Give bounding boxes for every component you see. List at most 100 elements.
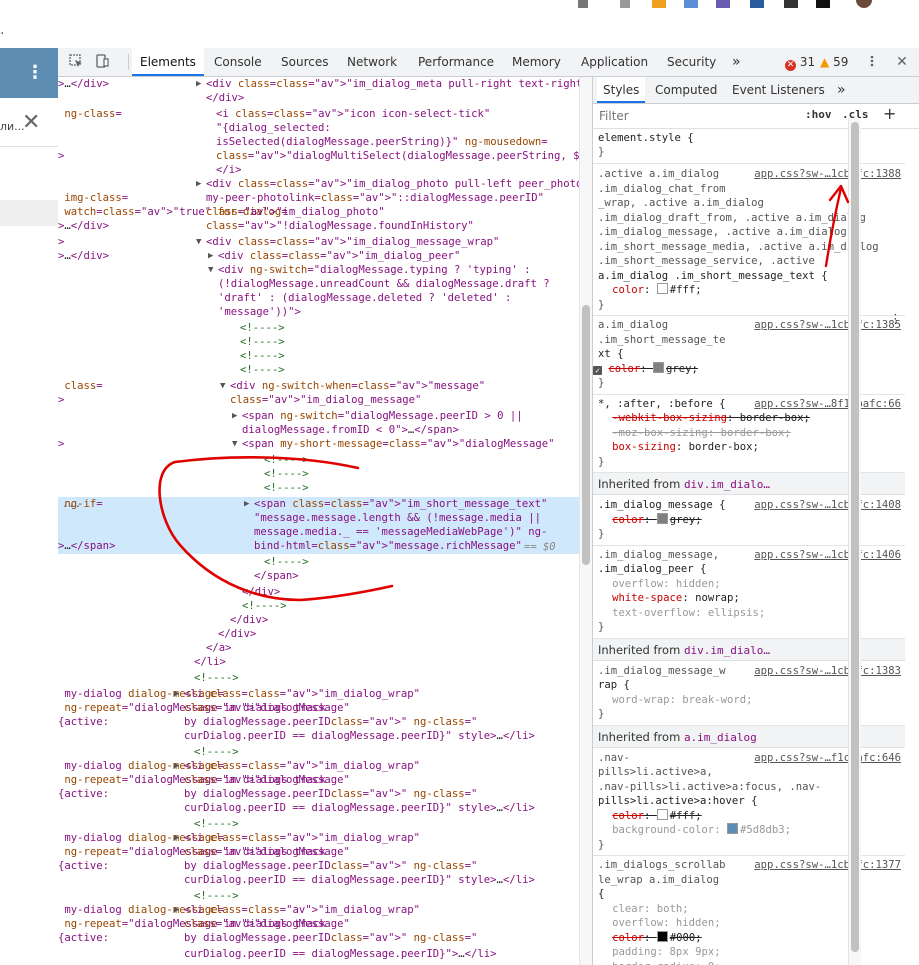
expanded-triangle-icon[interactable]: ▼ (196, 235, 201, 250)
dom-node-line[interactable]: (!dialogMessage.unreadCount && dialogMes… (58, 277, 592, 292)
dom-node-line[interactable]: </div> (58, 613, 592, 628)
property-name[interactable]: -moz-box-sizing (612, 427, 708, 439)
tab-memory[interactable]: Memory (504, 48, 569, 76)
dom-node-line[interactable]: curDialog.peerID == dialogMessage.peerID… (58, 873, 592, 888)
color-swatch[interactable] (653, 361, 665, 373)
dom-node-line[interactable]: <!----> (58, 599, 592, 614)
dom-node-line[interactable]: ▼ <span my-short-message=class="av">"dial… (58, 437, 592, 452)
dom-node-line[interactable]: by dialogMessage.peerIDclass="av">" ng-c… (58, 787, 592, 802)
extension-icon-4[interactable] (716, 0, 730, 8)
extension-icon-2[interactable] (652, 0, 666, 8)
property-name[interactable]: color (612, 514, 644, 526)
property-name[interactable]: word-wrap (612, 694, 669, 706)
dom-node-line[interactable]: <!----> (58, 745, 592, 760)
dom-node-line[interactable]: 'draft' : (dialogMessage.deleted ? 'dele… (58, 291, 592, 306)
rule-source-link[interactable]: app.css?sw-…1cbafc:1388 (754, 167, 901, 182)
inherited-element-link[interactable]: a.im_dialog (684, 731, 757, 744)
tab-event-listeners[interactable]: Event Listeners (726, 77, 831, 103)
dom-node-line[interactable]: curDialog.peerID == dialogMessage.peerID… (58, 947, 592, 962)
styles-filter-input[interactable] (597, 107, 791, 125)
selected-node-ellipsis[interactable]: ... (62, 497, 82, 512)
dom-node-line[interactable]: class="av">"dialogMessage" ng-repeat="di… (58, 701, 592, 716)
dom-node-line[interactable]: class="av">"dialogMultiSelect(dialogMess… (58, 149, 592, 164)
dom-node-line[interactable]: </div> (58, 627, 592, 642)
dom-node-line[interactable]: <!----> (58, 321, 592, 336)
tab-console[interactable]: Console (206, 48, 270, 76)
dom-node-line[interactable]: <!----> (58, 363, 592, 378)
collapsed-triangle-icon[interactable]: ▶ (196, 77, 201, 92)
dom-node-line[interactable]: </i> (58, 163, 592, 178)
hov-toggle[interactable]: :hov (805, 108, 832, 121)
dom-node-line[interactable]: ▶ <div class=class="av">"im_dialog_photo … (58, 177, 592, 192)
elements-scroll-thumb[interactable] (582, 305, 590, 565)
inherited-element-link[interactable]: div.im_dialo… (684, 478, 770, 491)
color-swatch[interactable] (656, 808, 668, 820)
close-devtools-icon[interactable]: ✕ (894, 54, 910, 70)
dom-node-line[interactable]: dialogMessage.fromID < 0">…</span> (58, 423, 592, 438)
device-toolbar-icon[interactable] (94, 54, 110, 70)
property-name[interactable]: text-overflow (612, 607, 695, 619)
dom-node-line[interactable]: class="av">"dialogMessage" ng-repeat="di… (58, 845, 592, 860)
collapsed-triangle-icon[interactable]: ▶ (196, 177, 201, 192)
dom-node-line[interactable]: ▼ <div ng-switch="dialogMessage.typing ? … (58, 263, 592, 278)
dom-node-line[interactable]: ▶ <li class=class="av">"im_dialog_wrap" m… (58, 759, 592, 774)
property-name[interactable]: color (608, 363, 640, 375)
color-swatch[interactable] (656, 930, 668, 942)
collapsed-triangle-icon[interactable]: ▶ (244, 497, 249, 512)
tab-security[interactable]: Security (659, 48, 724, 76)
selected-node-line[interactable]: "message.message.length && (!message.med… (58, 511, 592, 526)
dom-node-line[interactable]: <!----> (58, 453, 592, 468)
rule-source-link[interactable]: app.css?sw-…1cbafc:1406 (754, 548, 901, 563)
rule-source-link[interactable]: app.css?sw-…1cbafc:1385 (754, 318, 901, 333)
dom-node-line[interactable]: class="av">"dialogMessage" ng-repeat="di… (58, 917, 592, 932)
page-row[interactable] (0, 200, 58, 226)
error-counter[interactable]: ✕ 31 (785, 55, 815, 71)
color-swatch[interactable] (656, 512, 668, 524)
property-name[interactable]: color (612, 284, 644, 296)
property-name[interactable]: -webkit-box-sizing (612, 412, 727, 424)
dom-node-line[interactable]: </span> (58, 569, 592, 584)
dom-node-line[interactable]: ▶ <li class=class="av">"im_dialog_wrap" m… (58, 687, 592, 702)
dom-node-line[interactable]: class="av">"im_dialog_message" > (58, 393, 592, 408)
property-name[interactable]: overflow (612, 917, 663, 929)
property-checkbox-icon[interactable]: ✓ (593, 365, 602, 375)
extension-icon-3[interactable] (684, 0, 698, 8)
collapsed-triangle-icon[interactable]: ▶ (174, 759, 179, 774)
dom-node-line[interactable]: ▶ <span ng-switch="dialogMessage.peerID >… (58, 409, 592, 424)
dom-node-line[interactable]: "{dialog_selected: (58, 121, 592, 136)
property-name[interactable]: overflow (612, 578, 663, 590)
settings-gear-icon[interactable] (864, 54, 880, 70)
property-name[interactable]: padding (612, 946, 657, 958)
dom-node-line[interactable]: by dialogMessage.peerIDclass="av">" ng-c… (58, 715, 592, 730)
expanded-triangle-icon[interactable]: ▼ (232, 437, 237, 452)
dom-node-line[interactable]: curDialog.peerID == dialogMessage.peerID… (58, 729, 592, 744)
dom-node-line[interactable]: <!----> (58, 889, 592, 904)
property-name[interactable]: border-radius (612, 961, 695, 965)
tab-elements[interactable]: Elements (132, 48, 204, 76)
elements-scrollbar[interactable] (579, 77, 592, 965)
dom-node-line[interactable]: isSelected(dialogMessage.peerString)}" n… (58, 135, 592, 150)
dom-node-line[interactable]: class="av">"im_dialog_photo" watch=class… (58, 205, 592, 220)
dom-node-line[interactable]: ▶ <li class=class="av">"im_dialog_wrap" m… (58, 831, 592, 846)
rule-source-link[interactable]: app.css?sw-…8f1cbafc:66 (754, 397, 901, 412)
dom-node-line[interactable]: <!----> (58, 817, 592, 832)
rule-source-link[interactable]: app.css?sw-…1cbafc:1377 (754, 858, 901, 873)
dom-node-line[interactable]: </a> (58, 641, 592, 656)
tab-computed[interactable]: Computed (649, 77, 723, 103)
extension-icon-7[interactable] (816, 0, 830, 8)
warning-counter[interactable]: ▲ 59 (820, 55, 848, 69)
dom-node-line[interactable]: <!----> (58, 349, 592, 364)
rule-source-link[interactable]: app.css?sw-…1cbafc:1383 (754, 664, 901, 679)
collapsed-triangle-icon[interactable]: ▶ (174, 687, 179, 702)
dom-node-line[interactable]: my-peer-photolink=class="av">"::dialogMe… (58, 191, 592, 206)
property-name[interactable]: color (612, 810, 644, 822)
inherited-element-link[interactable]: div.im_dialo… (684, 644, 770, 657)
dom-node-line[interactable]: <!----> (58, 335, 592, 350)
collapsed-triangle-icon[interactable]: ▶ (208, 249, 213, 264)
selected-node-line[interactable]: ▶ <span class=class="av">"im_short_messag… (58, 497, 592, 512)
dom-node-line[interactable]: class="av">"dialogMessage" ng-repeat="di… (58, 773, 592, 788)
dom-node-line[interactable]: by dialogMessage.peerIDclass="av">" ng-c… (58, 859, 592, 874)
extension-icon-6[interactable] (784, 0, 798, 8)
property-name[interactable]: clear (612, 903, 644, 915)
color-swatch[interactable] (726, 823, 738, 834)
